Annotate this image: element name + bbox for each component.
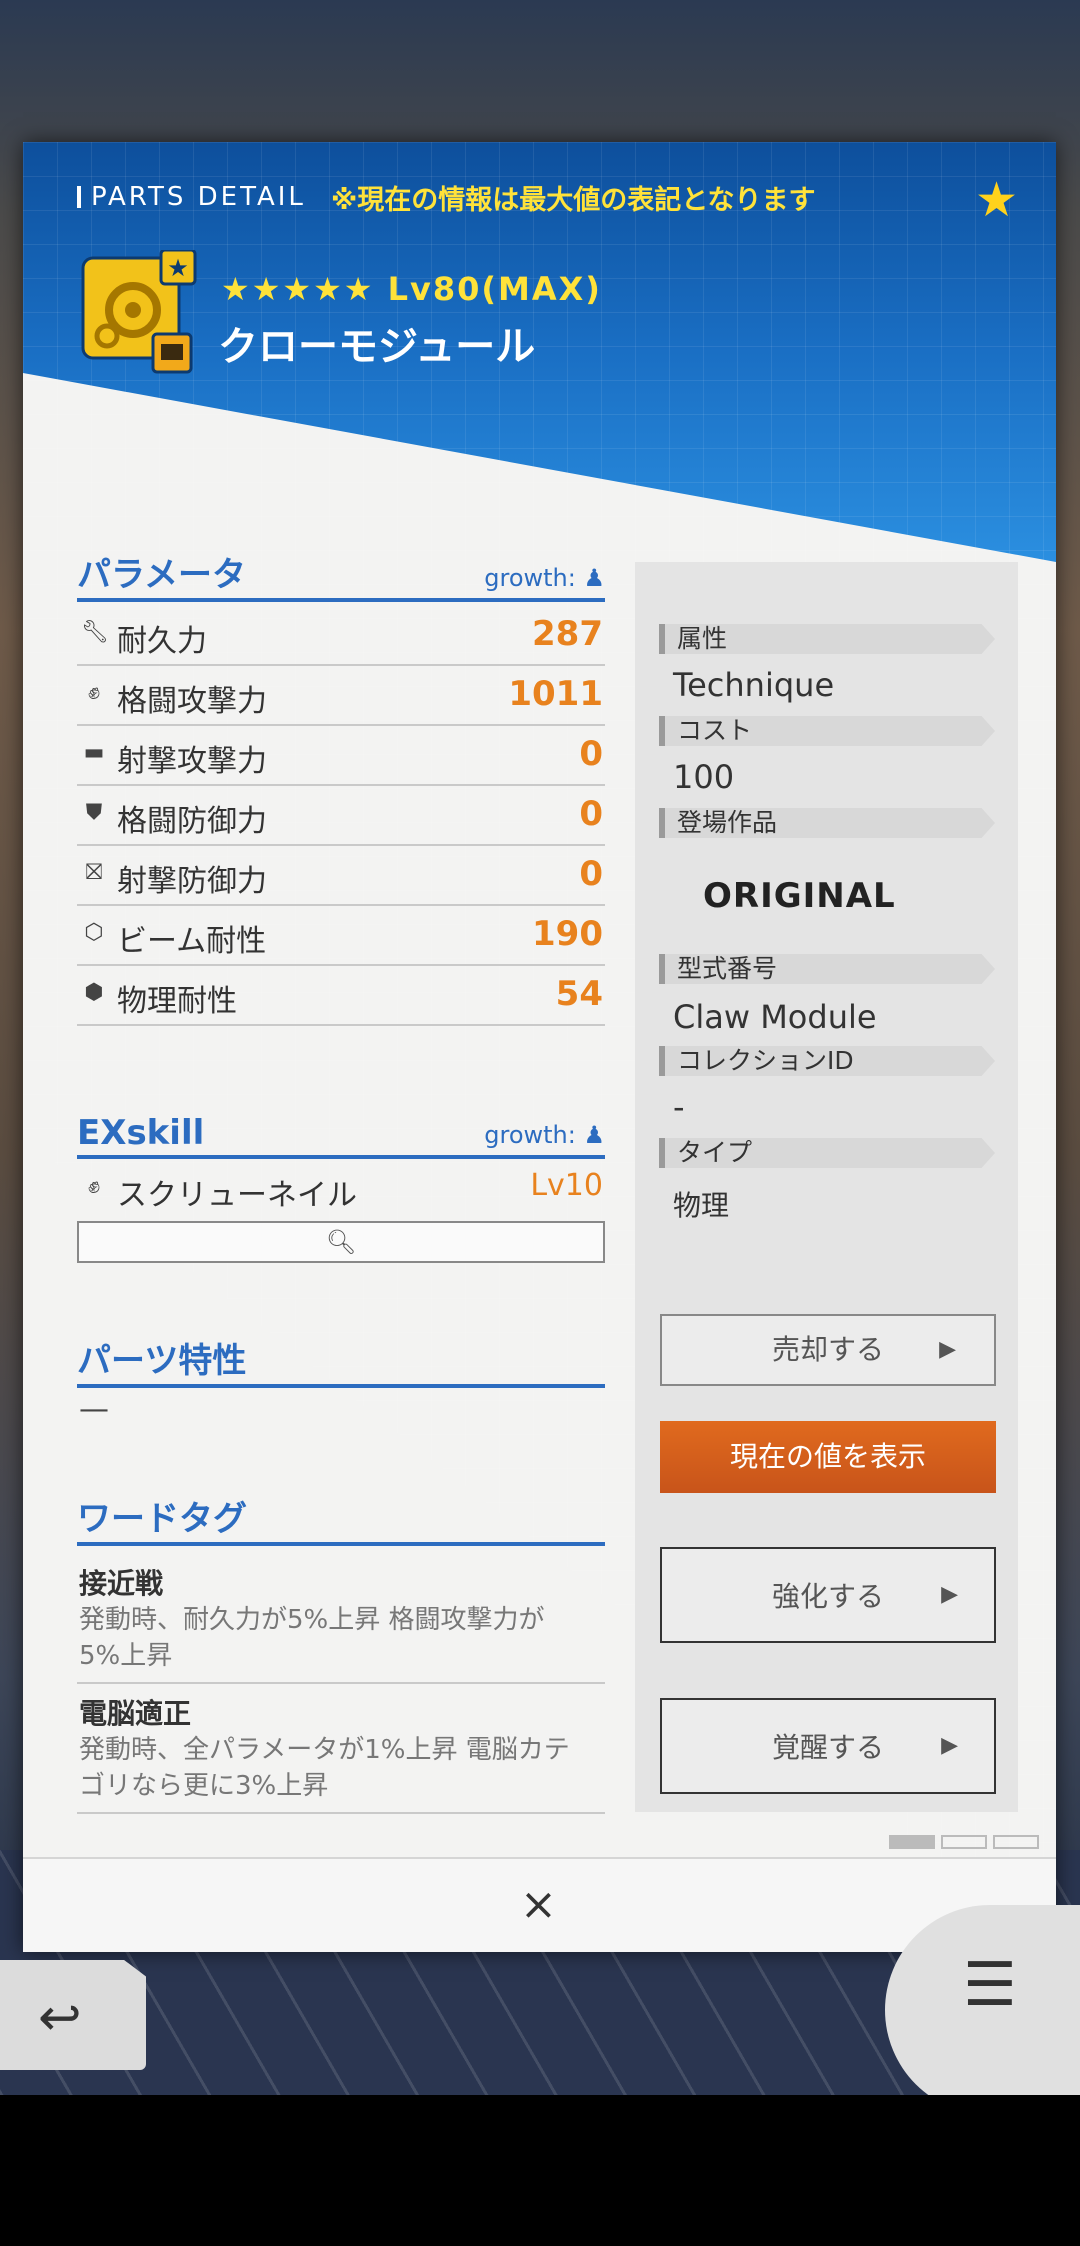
param-label: 格闘防御力 <box>117 804 267 839</box>
hamburger-menu-icon: ☰ <box>963 1950 1017 2020</box>
collection-label: コレクションID <box>659 1046 995 1076</box>
param-value: 0 <box>579 854 603 894</box>
type-label: タイプ <box>659 1138 995 1168</box>
param-value: 54 <box>555 974 603 1014</box>
favorite-star-icon[interactable]: ★ <box>975 176 1018 224</box>
beam-resist-icon: ⬡ <box>84 920 104 945</box>
max-value-notice: ※現在の情報は最大値の表記となります <box>331 185 816 216</box>
close-bar: × <box>23 1857 1056 1952</box>
exskill-title: EXskill <box>77 1113 205 1153</box>
param-label: 耐久力 <box>117 624 207 659</box>
traits-heading: パーツ特性 <box>77 1338 605 1388</box>
gun-icon: ▬ <box>83 740 105 765</box>
param-label: ビーム耐性 <box>117 924 267 959</box>
wordtag-separator <box>77 1682 605 1684</box>
shot-shield-icon: ⛝ <box>85 860 103 885</box>
wordtag-desc: 発動時、耐久力が5%上昇 格闘攻撃力が5%上昇 <box>79 1605 545 1671</box>
enhance-label: 強化する <box>771 1580 884 1613</box>
fist-icon: ✊︎ <box>87 1174 101 1199</box>
chevron-right-icon: ▶ <box>941 1733 958 1758</box>
param-row: ▬ 射撃攻撃力 0 <box>77 726 605 786</box>
param-value: 287 <box>532 614 603 654</box>
exskill-row: ✊︎ スクリューネイル Lv10 <box>77 1160 605 1218</box>
wordtags-title: ワードタグ <box>77 1499 247 1539</box>
cost-label: コスト <box>659 716 995 746</box>
person-icon: ♟ <box>583 1121 605 1149</box>
sell-label: 売却する <box>771 1333 884 1366</box>
param-value: 1011 <box>508 674 603 714</box>
part-name: クローモジュール <box>218 324 536 370</box>
parts-detail-panel: PARTS DETAIL ※現在の情報は最大値の表記となります ★ ★ ★★★★… <box>23 142 1056 1952</box>
model-label: 型式番号 <box>659 954 995 984</box>
param-label: 射撃防御力 <box>117 864 267 899</box>
page-dot <box>889 1835 935 1849</box>
param-value: 0 <box>579 794 603 834</box>
wordtag-name: 電脳適正 <box>79 1697 192 1730</box>
exskill-detail-button[interactable]: 🔍︎ <box>77 1221 605 1263</box>
parameters-heading: パラメータ growth: ♟ <box>77 552 605 602</box>
page-dot <box>993 1835 1039 1849</box>
chevron-right-icon: ▶ <box>941 1582 958 1607</box>
exskill-growth[interactable]: growth: ♟ <box>484 1121 605 1149</box>
param-row: ✊︎ 格闘攻撃力 1011 <box>77 666 605 726</box>
param-row: ⛝ 射撃防御力 0 <box>77 846 605 906</box>
cost-value: 100 <box>673 758 735 796</box>
bottom-letterbox <box>0 2095 1080 2246</box>
param-label: 格闘攻撃力 <box>117 684 267 719</box>
series-logo: ORIGINAL <box>703 876 896 916</box>
param-row: ⬢ 物理耐性 54 <box>77 966 605 1026</box>
back-button[interactable]: ↩ <box>0 1960 146 2070</box>
wordtags-heading: ワードタグ <box>77 1496 605 1546</box>
collection-value: - <box>673 1088 685 1126</box>
fist-icon: ✊︎ <box>87 680 101 705</box>
wordtag-name: 接近戦 <box>79 1567 164 1600</box>
growth-label: growth: <box>484 564 576 592</box>
param-value: 0 <box>579 734 603 774</box>
show-current-label: 現在の値を表示 <box>729 1440 926 1473</box>
exskill-name: スクリューネイル <box>117 1178 357 1213</box>
sell-button[interactable]: 売却する ▶ <box>660 1314 996 1386</box>
wrench-icon: 🔧︎ <box>81 620 109 645</box>
wordtag-desc: 発動時、全パラメータが1%上昇 電脳カテゴリなら更に3%上昇 <box>79 1735 570 1801</box>
physical-resist-icon: ⬢ <box>84 980 104 1005</box>
melee-shield-icon: ⛊ <box>85 800 103 825</box>
awaken-label: 覚醒する <box>771 1731 884 1764</box>
param-row: ⛊ 格闘防御力 0 <box>77 786 605 846</box>
param-label: 物理耐性 <box>117 984 237 1019</box>
parameters-growth[interactable]: growth: ♟ <box>484 564 605 592</box>
wordtag-separator <box>77 1812 605 1814</box>
section-label: PARTS DETAIL <box>77 182 306 212</box>
show-current-value-button[interactable]: 現在の値を表示 <box>660 1421 996 1493</box>
page-dot <box>941 1835 987 1849</box>
model-value: Claw Module <box>673 998 877 1036</box>
menu-button[interactable]: ☰ <box>885 1905 1080 2115</box>
search-icon: 🔍︎ <box>325 1228 357 1256</box>
attribute-value: Technique <box>673 666 835 704</box>
svg-text:★: ★ <box>167 254 189 282</box>
exskill-level: Lv10 <box>530 1168 603 1203</box>
series-label: 登場作品 <box>659 808 995 838</box>
growth-label: growth: <box>484 1121 576 1149</box>
back-arrow-icon: ↩ <box>38 1988 82 2048</box>
param-row: ⬡ ビーム耐性 190 <box>77 906 605 966</box>
parameters-title: パラメータ <box>77 555 246 595</box>
attribute-label: 属性 <box>659 624 995 654</box>
rarity-level: ★★★★★ Lv80(MAX) <box>221 270 602 308</box>
part-gear-icon: ★ <box>77 248 197 374</box>
param-row: 🔧︎ 耐久力 287 <box>77 606 605 666</box>
enhance-button[interactable]: 強化する ▶ <box>660 1547 996 1643</box>
close-icon[interactable]: × <box>520 1879 557 1930</box>
exskill-heading: EXskill growth: ♟ <box>77 1109 605 1159</box>
type-value: 物理 <box>673 1189 730 1222</box>
chevron-right-icon: ▶ <box>939 1337 956 1362</box>
param-label: 射撃攻撃力 <box>117 744 267 779</box>
page-indicator <box>883 1834 1039 1853</box>
traits-value: — <box>79 1392 109 1427</box>
traits-title: パーツ特性 <box>77 1341 247 1381</box>
param-value: 190 <box>532 914 603 954</box>
person-icon: ♟ <box>583 564 605 592</box>
awaken-button[interactable]: 覚醒する ▶ <box>660 1698 996 1794</box>
